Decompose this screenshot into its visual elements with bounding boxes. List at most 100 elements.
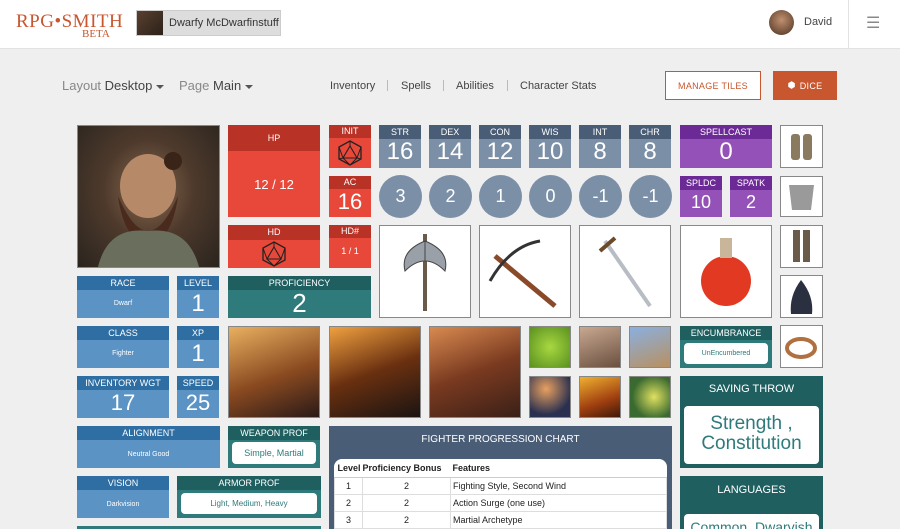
vision-label: VISION [77, 476, 169, 490]
character-selector[interactable]: Dwarfy McDwarfinstuff [136, 10, 281, 36]
encumbrance-label: ENCUMBRANCE [680, 326, 772, 340]
image-armored-knight[interactable] [329, 326, 421, 418]
dex-modifier[interactable]: 2 [429, 175, 472, 218]
nav-divider [443, 80, 444, 91]
image-grass[interactable] [529, 326, 571, 368]
progression-table: Level Proficiency Bonus Features 1 2 Fig… [334, 459, 667, 529]
manage-tiles-button[interactable]: MANAGE TILES [665, 71, 761, 100]
str-modifier[interactable]: 3 [379, 175, 422, 218]
stat-chr-tile[interactable]: CHR 8 [629, 125, 671, 168]
alignment-tile[interactable]: ALIGNMENT Neutral Good [77, 426, 220, 468]
vision-tile[interactable]: VISION Darkvision [77, 476, 169, 518]
level-value: 1 [191, 290, 205, 317]
stat-wis-tile[interactable]: WIS 10 [529, 125, 571, 168]
item-dagger[interactable] [579, 225, 671, 318]
hp-label: HP [228, 125, 320, 151]
item-breastplate[interactable] [780, 176, 823, 217]
race-tile[interactable]: RACE Dwarf [77, 276, 169, 318]
stat-value: 8 [643, 138, 657, 165]
xp-value: 1 [191, 340, 205, 367]
stat-label: DEX [429, 125, 471, 139]
saving-throw-label: SAVING THROW [708, 383, 795, 395]
spell-attack-tile[interactable]: SPATK 2 [730, 176, 772, 217]
stat-str-tile[interactable]: STR 16 [379, 125, 421, 168]
ac-tile[interactable]: AC 16 [329, 176, 371, 217]
class-tile[interactable]: CLASS Fighter [77, 326, 169, 368]
hamburger-icon[interactable]: ☰ [866, 13, 880, 33]
proficiency-tile[interactable]: PROFICIENCY 2 [228, 276, 371, 318]
item-battleaxe[interactable] [379, 225, 471, 318]
armor-prof-value: Light, Medium, Heavy [181, 493, 317, 514]
dwarf-portrait-icon [98, 152, 199, 267]
wis-modifier[interactable]: 0 [529, 175, 572, 218]
fighter-progression-chart[interactable]: FIGHTER PROGRESSION CHART Level Proficie… [329, 426, 672, 529]
saving-throw-tile[interactable]: SAVING THROW Strength , Constitution [680, 376, 823, 468]
page-dropdown[interactable]: Page Main [179, 78, 254, 93]
ac-label: AC [329, 176, 371, 189]
item-crossbow[interactable] [479, 225, 571, 318]
hd-tile[interactable]: HD [228, 225, 320, 268]
hp-value: 12 / 12 [254, 177, 294, 192]
user-avatar[interactable] [769, 10, 794, 35]
image-wizard[interactable] [629, 376, 671, 418]
languages-label: LANGUAGES [717, 484, 786, 496]
image-battle-scene[interactable] [429, 326, 521, 418]
image-warrior-throne[interactable] [228, 326, 320, 418]
item-boots[interactable] [780, 225, 823, 268]
inventory-weight-label: INVENTORY WGT [77, 376, 169, 390]
spellcast-tile[interactable]: SPELLCAST 0 [680, 125, 772, 168]
weapon-prof-value: Simple, Martial [232, 442, 316, 464]
app-logo[interactable]: RPG•SMITH BETA [16, 11, 123, 40]
stat-int-tile[interactable]: INT 8 [579, 125, 621, 168]
encumbrance-tile[interactable]: ENCUMBRANCE UnEncumbered [680, 326, 772, 368]
item-gauntlets[interactable] [780, 125, 823, 168]
level-tile[interactable]: LEVEL 1 [177, 276, 219, 318]
top-header: RPG•SMITH BETA Dwarfy McDwarfinstuff Dav… [0, 0, 900, 49]
nav-abilities[interactable]: Abilities [456, 80, 494, 92]
con-modifier[interactable]: 1 [479, 175, 522, 218]
alignment-label: ALIGNMENT [77, 426, 220, 440]
image-sunset-figure[interactable] [529, 376, 571, 418]
stat-label: INT [579, 125, 621, 139]
stat-dex-tile[interactable]: DEX 14 [429, 125, 471, 168]
inventory-weight-tile[interactable]: INVENTORY WGT 17 [77, 376, 169, 418]
header-divider [848, 0, 849, 49]
speed-tile[interactable]: SPEED 25 [177, 376, 219, 418]
stat-value: 8 [593, 138, 607, 165]
languages-tile[interactable]: LANGUAGES Common, Dwarvish [680, 476, 823, 529]
layout-dropdown[interactable]: Layout Desktop [62, 78, 165, 93]
xp-tile[interactable]: XP 1 [177, 326, 219, 368]
vision-value: Darkvision [106, 501, 140, 508]
table-header-row: Level Proficiency Bonus Features [334, 459, 667, 478]
init-tile[interactable]: INIT [329, 125, 371, 168]
header-level: Level [334, 459, 363, 478]
nav-character-stats[interactable]: Character Stats [520, 80, 596, 92]
image-castle[interactable] [629, 326, 671, 368]
nav-divider [507, 80, 508, 91]
nav-inventory[interactable]: Inventory [330, 80, 375, 92]
spellcast-label: SPELLCAST [680, 125, 772, 139]
boots-icon [793, 230, 810, 262]
user-name[interactable]: David [804, 16, 832, 28]
hp-tile[interactable]: HP 12 / 12 [228, 125, 320, 217]
weapon-prof-tile[interactable]: WEAPON PROF Simple, Martial [228, 426, 320, 468]
proficiency-value: 2 [292, 288, 307, 318]
hd-label: HD [228, 225, 320, 240]
item-cloak[interactable] [780, 275, 823, 318]
dice-button[interactable]: ⬢ DICE [773, 71, 837, 100]
stat-con-tile[interactable]: CON 12 [479, 125, 521, 168]
image-village[interactable] [579, 326, 621, 368]
nav-spells[interactable]: Spells [401, 80, 431, 92]
character-name: Dwarfy McDwarfinstuff [169, 17, 279, 29]
spell-dc-tile[interactable]: SPLDC 10 [680, 176, 722, 217]
item-rope[interactable] [780, 325, 823, 368]
character-portrait[interactable] [77, 125, 220, 268]
breastplate-icon [789, 185, 814, 210]
hd-count-tile[interactable]: HD# 1 / 1 [329, 225, 371, 268]
armor-prof-tile[interactable]: ARMOR PROF Light, Medium, Heavy [177, 476, 321, 518]
image-fire[interactable] [579, 376, 621, 418]
chr-modifier[interactable]: -1 [629, 175, 672, 218]
item-potion[interactable] [680, 225, 772, 318]
int-modifier[interactable]: -1 [579, 175, 622, 218]
header-features: Features [450, 459, 667, 478]
